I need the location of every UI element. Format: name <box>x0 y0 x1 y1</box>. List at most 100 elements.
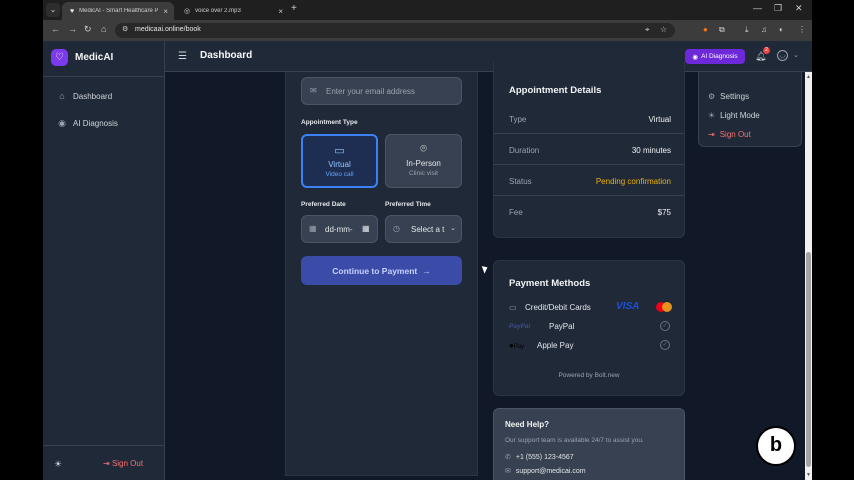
minimize-icon[interactable]: — <box>753 3 762 13</box>
check-circle-icon: ✓ <box>660 340 670 350</box>
appointment-details-title: Appointment Details <box>509 85 602 96</box>
chevron-down-icon[interactable]: ⌄ <box>793 51 799 59</box>
sidebar-sign-out-button[interactable]: ⇥ Sign Out <box>103 459 143 468</box>
calendar-icon: ▦ <box>309 224 317 233</box>
type-title: In-Person <box>406 159 441 168</box>
tab-search-icon[interactable]: ⌄ <box>46 3 60 17</box>
home-icon: ⌂ <box>59 91 65 101</box>
sidebar: ♡ MedicAI ⌂ Dashboard ◉ AI Diagnosis ☀ ⇥… <box>43 41 165 480</box>
type-title: Virtual <box>328 160 351 169</box>
paypal-logo: PayPal <box>509 323 531 330</box>
site-info-icon[interactable]: ⚙ <box>122 25 128 33</box>
download-icon[interactable]: ⤓ <box>745 25 749 35</box>
payment-method-label: Apple Pay <box>537 341 574 350</box>
scroll-thumb[interactable] <box>806 252 811 467</box>
sidebar-item-dashboard[interactable]: ⌂ Dashboard <box>57 91 112 101</box>
payment-method-apple-pay[interactable]: ●Pay Apple Pay <box>509 341 671 350</box>
location-icon[interactable]: ⌖ <box>645 25 650 35</box>
close-icon[interactable]: × <box>163 7 168 16</box>
payment-method-label: Credit/Debit Cards <box>525 303 591 312</box>
hamburger-menu-icon[interactable]: ☰ <box>178 51 187 62</box>
logout-icon: ⇥ <box>708 130 715 139</box>
mail-icon: ✉ <box>505 468 511 475</box>
sidebar-item-ai-diagnosis[interactable]: ◉ AI Diagnosis <box>57 118 118 129</box>
detail-row-fee: Fee $75 <box>509 208 671 217</box>
url-text: medicaai.online/book <box>135 26 201 33</box>
browser-window: ⌄ ♥ MedicAI - Smart Healthcare Pla × ◎ v… <box>43 0 812 480</box>
url-bar[interactable]: ⚙ medicaai.online/book ⌖ ☆ <box>115 23 675 38</box>
brand-name: MedicAI <box>75 52 114 63</box>
sun-icon[interactable]: ☀ <box>54 459 62 470</box>
need-help-card: Need Help? Our support team is available… <box>493 408 685 480</box>
time-select[interactable]: ◷ Select a t ⌄ <box>385 215 462 243</box>
support-phone[interactable]: ✆ +1 (555) 123-4567 <box>505 453 574 462</box>
back-icon[interactable]: ← <box>51 24 60 34</box>
user-avatar-icon[interactable]: ◡ <box>777 50 788 61</box>
window-close-icon[interactable]: ✕ <box>795 3 803 14</box>
menu-item-label: Settings <box>720 92 750 101</box>
mastercard-logo <box>662 302 672 312</box>
tab-medicai[interactable]: ♥ MedicAI - Smart Healthcare Pla × <box>62 2 174 20</box>
forward-icon[interactable]: → <box>68 24 77 34</box>
phone-text: +1 (555) 123-4567 <box>515 453 574 461</box>
tab-title: voice over 2.mp3 <box>195 8 241 14</box>
date-input[interactable]: ▦ dd-mm- ▦ <box>301 215 378 243</box>
gear-icon: ⚙ <box>708 92 716 101</box>
address-bar: ← → ↻ ⌂ ⚙ medicaai.online/book ⌖ ☆ ● ⧉ ⤓… <box>43 20 812 41</box>
payment-method-paypal[interactable]: PayPal PayPal <box>509 322 671 331</box>
detail-label: Duration <box>509 146 540 155</box>
scrollbar[interactable]: ▲ ▼ <box>805 72 812 480</box>
appointment-type-label: Appointment Type <box>301 119 358 126</box>
calendar-picker-icon[interactable]: ▦ <box>362 224 370 233</box>
menu-item-sign-out[interactable]: ⇥ Sign Out <box>708 130 751 139</box>
continue-to-payment-button[interactable]: Continue to Payment → <box>301 256 462 285</box>
brain-icon: ◉ <box>692 53 699 61</box>
detail-row-type: Type Virtual <box>509 115 671 124</box>
visa-logo: VISA <box>616 301 640 312</box>
payment-method-card[interactable]: ▭ Credit/Debit Cards <box>509 303 671 312</box>
type-subtitle: Clinic visit <box>409 170 438 177</box>
star-icon[interactable]: ☆ <box>660 25 667 34</box>
restore-icon[interactable]: ❐ <box>774 3 782 14</box>
apple-pay-logo: ●Pay <box>509 341 525 350</box>
email-input[interactable]: ✉ Enter your email address <box>301 77 462 105</box>
check-circle-icon: ✓ <box>660 321 670 331</box>
support-email[interactable]: ✉ support@medicai.com <box>505 467 586 476</box>
map-pin-icon: ⌾ <box>420 143 427 155</box>
reload-icon[interactable]: ↻ <box>84 24 92 35</box>
sign-out-label: Sign Out <box>111 459 144 468</box>
appointment-type-virtual[interactable]: ▭ Virtual Video call <box>301 134 378 188</box>
brain-icon: ◉ <box>58 118 66 128</box>
appointment-details-card: Appointment Details Type Virtual Duratio… <box>493 62 685 238</box>
detail-label: Type <box>509 115 527 124</box>
divider <box>494 164 684 165</box>
chevron-down-icon: ⌄ <box>450 225 456 232</box>
notification-badge: 2 <box>763 47 770 54</box>
new-tab-icon[interactable]: + <box>291 3 297 14</box>
ai-diagnosis-label: AI Diagnosis <box>701 53 738 60</box>
menu-item-label: Light Mode <box>720 111 760 120</box>
menu-item-settings[interactable]: ⚙ Settings <box>708 92 749 101</box>
menu-kebab-icon[interactable]: ⋮ <box>798 25 806 34</box>
user-menu-dropdown: ⚙ Settings ☀ Light Mode ⇥ Sign Out <box>698 72 802 147</box>
tab-voice-over[interactable]: ◎ voice over 2.mp3 × <box>176 2 289 20</box>
close-icon[interactable]: × <box>278 7 283 16</box>
tab-title: MedicAI - Smart Healthcare Pla <box>79 8 159 14</box>
continue-label: Continue to Payment <box>332 265 418 276</box>
home-icon[interactable]: ⌂ <box>101 24 106 34</box>
bolt-badge-logo[interactable]: b <box>756 426 796 466</box>
scroll-down-icon[interactable]: ▼ <box>805 472 812 478</box>
payment-methods-card: Payment Methods ▭ Credit/Debit Cards VIS… <box>493 260 685 396</box>
menu-item-light-mode[interactable]: ☀ Light Mode <box>708 111 760 120</box>
main-content: ✉ Enter your email address Appointment T… <box>165 62 812 480</box>
extension-icon[interactable]: ● <box>703 25 708 34</box>
appointment-type-in-person[interactable]: ⌾ In-Person Clinic visit <box>385 134 462 188</box>
brand[interactable]: ♡ MedicAI <box>51 49 113 66</box>
profile-icon[interactable]: ◐ <box>779 25 784 34</box>
media-icon[interactable]: ♫ <box>761 25 767 34</box>
ai-diagnosis-button[interactable]: ◉ AI Diagnosis <box>685 49 745 64</box>
payment-methods-title: Payment Methods <box>509 278 591 289</box>
scroll-up-icon[interactable]: ▲ <box>805 74 812 80</box>
help-title: Need Help? <box>505 420 550 429</box>
puzzle-icon[interactable]: ⧉ <box>719 25 725 35</box>
